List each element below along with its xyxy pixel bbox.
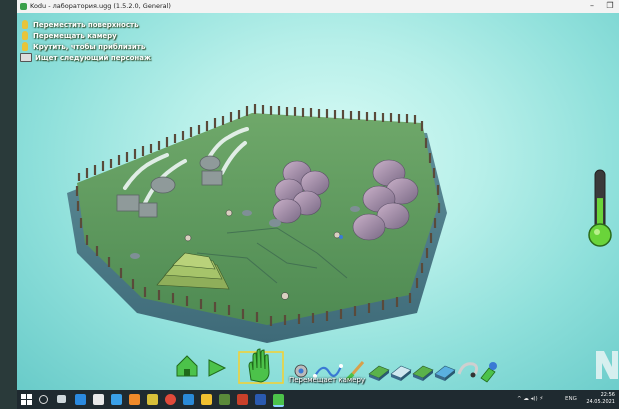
hint-text: Ищет следующий персонаж [35, 53, 151, 62]
home-icon[interactable] [176, 355, 198, 377]
explorer-icon[interactable] [147, 394, 158, 405]
kodu-taskbar-icon[interactable] [273, 394, 284, 407]
hint-text: Переместить поверхность [33, 20, 139, 29]
title-bar[interactable]: Kodu - лаборатория.ugg (1.5.2.0, General… [17, 0, 619, 13]
world-viewport[interactable]: Переместить поверхность Перемещать камер… [17, 13, 619, 390]
play-icon[interactable] [208, 359, 227, 377]
windows-taskbar: ^ ☁ ◂)) ⚡ ENG 22:56 24.05.2021 [17, 390, 619, 409]
kodu-window: Kodu - лаборатория.ugg (1.5.2.0, General… [17, 0, 619, 390]
store-icon[interactable] [93, 394, 104, 405]
settings-icon[interactable] [480, 362, 497, 383]
hint-text: Перемещать камеру [33, 31, 117, 40]
island-scene [67, 104, 447, 343]
hint-move-camera: Перемещать камеру [20, 30, 151, 41]
task-view-icon[interactable] [57, 395, 66, 403]
budget-gauge [588, 169, 612, 247]
window-title: Kodu - лаборатория.ugg (1.5.2.0, General… [30, 2, 171, 10]
maximize-button[interactable]: ❐ [601, 0, 619, 13]
powerpoint-icon[interactable] [237, 394, 248, 405]
mail-icon[interactable] [75, 394, 86, 405]
tool-status-text: Перемещает камеру [288, 376, 366, 384]
hint-next-character: Ищет следующий персонаж [20, 52, 151, 63]
kodu-watermark-logo [596, 351, 618, 379]
hint-text: Крутить, чтобы приблизить [33, 42, 146, 51]
minimize-button[interactable]: – [583, 0, 601, 13]
browser-icon[interactable] [183, 394, 194, 405]
eraser-icon[interactable] [457, 362, 479, 378]
word-icon[interactable] [255, 394, 266, 405]
keyboard-icon [20, 53, 32, 62]
hand-icon [22, 20, 28, 29]
kodu-app-icon [20, 3, 27, 10]
clock-time: 22:56 [600, 392, 615, 398]
folder-icon[interactable] [201, 394, 212, 405]
water-icon[interactable] [434, 365, 456, 381]
chrome-icon[interactable] [165, 394, 176, 405]
hand-icon [22, 31, 28, 40]
clock[interactable]: 22:56 24.05.2021 [586, 392, 615, 406]
terrain-rough-icon[interactable] [412, 365, 434, 381]
language-indicator[interactable]: ENG [565, 390, 577, 409]
minecraft-icon[interactable] [219, 394, 230, 405]
hint-rotate-zoom: Крутить, чтобы приблизить [20, 41, 151, 52]
hand-icon [22, 42, 28, 51]
hint-move-surface: Переместить поверхность [20, 19, 151, 30]
tray-icons[interactable]: ^ ☁ ◂)) ⚡ [517, 390, 543, 409]
clock-date: 24.05.2021 [586, 399, 615, 405]
windows-start-icon[interactable] [21, 394, 32, 405]
firefox-icon[interactable] [129, 394, 140, 405]
edge-icon[interactable] [111, 394, 122, 405]
hint-list: Переместить поверхность Перемещать камер… [20, 19, 151, 63]
search-icon[interactable] [39, 395, 48, 404]
